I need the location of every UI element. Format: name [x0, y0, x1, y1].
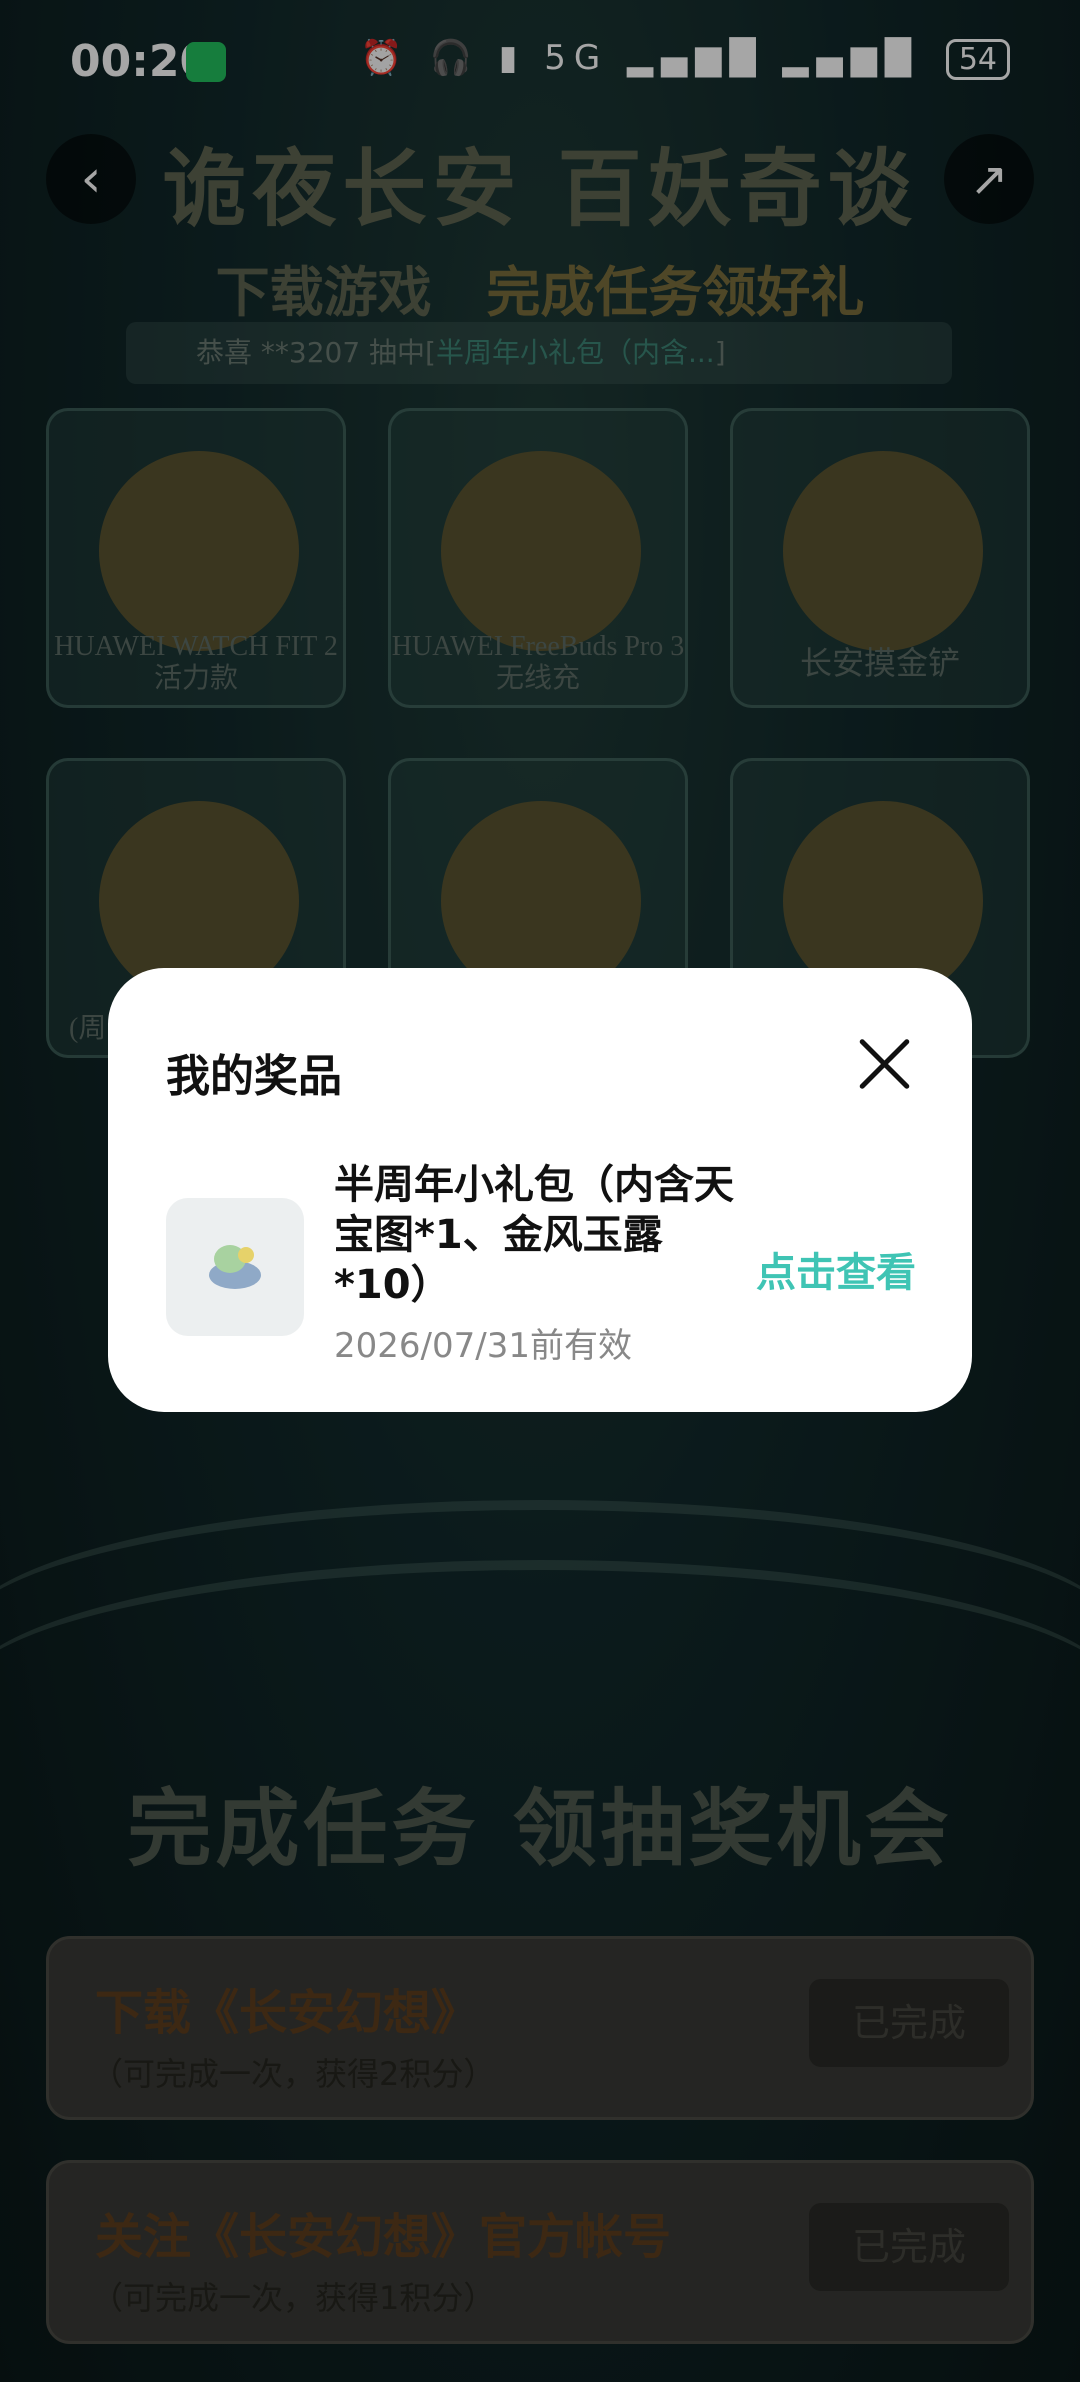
my-prizes-dialog: 我的奖品 半周年小礼包（内含天宝图*1、金风玉露*10） 2026/07/31前…	[108, 968, 972, 1412]
gift-name: 半周年小礼包（内含天宝图*1、金风玉露*10）	[334, 1162, 734, 1308]
scroll-icon	[209, 1245, 261, 1289]
close-icon[interactable]	[854, 1034, 914, 1094]
dialog-title: 我的奖品	[166, 1051, 342, 1102]
gift-thumbnail	[166, 1198, 304, 1336]
gift-expiry: 2026/07/31前有效	[334, 1326, 632, 1366]
view-prize-button[interactable]: 点击查看	[756, 1240, 916, 1298]
